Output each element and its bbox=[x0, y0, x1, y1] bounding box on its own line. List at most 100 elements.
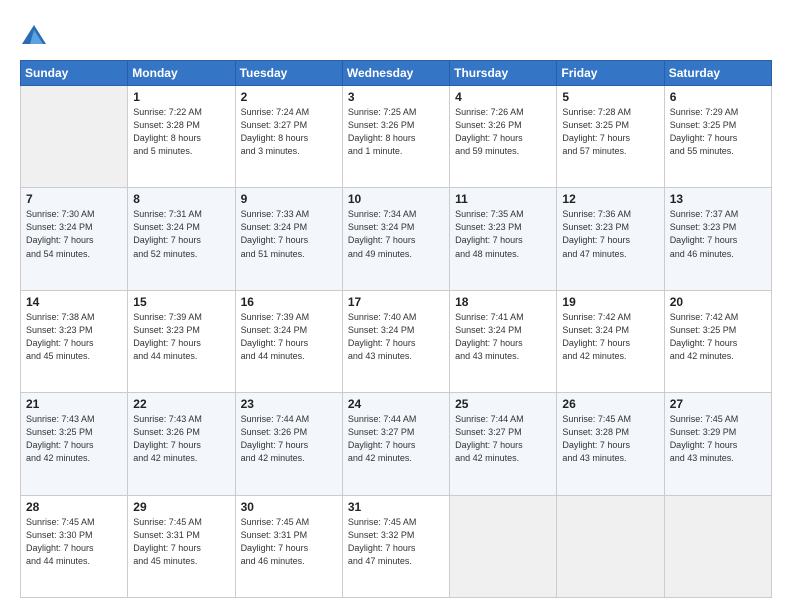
calendar-cell bbox=[557, 495, 664, 597]
day-info: Sunrise: 7:44 AM Sunset: 3:27 PM Dayligh… bbox=[455, 413, 551, 465]
day-number: 26 bbox=[562, 397, 658, 411]
calendar-cell: 9Sunrise: 7:33 AM Sunset: 3:24 PM Daylig… bbox=[235, 188, 342, 290]
day-info: Sunrise: 7:26 AM Sunset: 3:26 PM Dayligh… bbox=[455, 106, 551, 158]
day-number: 25 bbox=[455, 397, 551, 411]
calendar-day-header: Sunday bbox=[21, 61, 128, 86]
day-info: Sunrise: 7:40 AM Sunset: 3:24 PM Dayligh… bbox=[348, 311, 444, 363]
calendar-cell: 21Sunrise: 7:43 AM Sunset: 3:25 PM Dayli… bbox=[21, 393, 128, 495]
day-info: Sunrise: 7:38 AM Sunset: 3:23 PM Dayligh… bbox=[26, 311, 122, 363]
day-number: 18 bbox=[455, 295, 551, 309]
calendar-day-header: Monday bbox=[128, 61, 235, 86]
calendar-cell: 23Sunrise: 7:44 AM Sunset: 3:26 PM Dayli… bbox=[235, 393, 342, 495]
day-number: 23 bbox=[241, 397, 337, 411]
calendar-header-row: SundayMondayTuesdayWednesdayThursdayFrid… bbox=[21, 61, 772, 86]
day-info: Sunrise: 7:43 AM Sunset: 3:26 PM Dayligh… bbox=[133, 413, 229, 465]
day-number: 6 bbox=[670, 90, 766, 104]
day-number: 11 bbox=[455, 192, 551, 206]
calendar-cell: 4 Sunrise: 7:26 AM Sunset: 3:26 PM Daylig… bbox=[450, 86, 557, 188]
calendar-cell: 7 Sunrise: 7:30 AM Sunset: 3:24 PM Daylig… bbox=[21, 188, 128, 290]
calendar-cell: 2 Sunrise: 7:24 AM Sunset: 3:27 PM Daylig… bbox=[235, 86, 342, 188]
day-info: Sunrise: 7:44 AM Sunset: 3:27 PM Dayligh… bbox=[348, 413, 444, 465]
day-info: Sunrise: 7:28 AM Sunset: 3:25 PM Dayligh… bbox=[562, 106, 658, 158]
day-info: Sunrise: 7:34 AM Sunset: 3:24 PM Dayligh… bbox=[348, 208, 444, 260]
day-info: Sunrise: 7:45 AM Sunset: 3:32 PM Dayligh… bbox=[348, 516, 444, 568]
calendar-cell: 8 Sunrise: 7:31 AM Sunset: 3:24 PM Daylig… bbox=[128, 188, 235, 290]
calendar-week-row: 28Sunrise: 7:45 AM Sunset: 3:30 PM Dayli… bbox=[21, 495, 772, 597]
day-info: Sunrise: 7:43 AM Sunset: 3:25 PM Dayligh… bbox=[26, 413, 122, 465]
day-info: Sunrise: 7:29 AM Sunset: 3:25 PM Dayligh… bbox=[670, 106, 766, 158]
calendar-table: SundayMondayTuesdayWednesdayThursdayFrid… bbox=[20, 60, 772, 598]
day-number: 4 bbox=[455, 90, 551, 104]
calendar-day-header: Thursday bbox=[450, 61, 557, 86]
day-number: 14 bbox=[26, 295, 122, 309]
day-info: Sunrise: 7:45 AM Sunset: 3:29 PM Dayligh… bbox=[670, 413, 766, 465]
calendar-cell: 24 Sunrise: 7:44 AM Sunset: 3:27 PM Dayli… bbox=[342, 393, 449, 495]
calendar-week-row: 1 Sunrise: 7:22 AM Sunset: 3:28 PM Daylig… bbox=[21, 86, 772, 188]
day-info: Sunrise: 7:22 AM Sunset: 3:28 PM Dayligh… bbox=[133, 106, 229, 158]
day-info: Sunrise: 7:45 AM Sunset: 3:31 PM Dayligh… bbox=[241, 516, 337, 568]
day-info: Sunrise: 7:24 AM Sunset: 3:27 PM Dayligh… bbox=[241, 106, 337, 158]
calendar-day-header: Friday bbox=[557, 61, 664, 86]
calendar-cell: 18 Sunrise: 7:41 AM Sunset: 3:24 PM Dayli… bbox=[450, 290, 557, 392]
calendar-cell: 11Sunrise: 7:35 AM Sunset: 3:23 PM Dayli… bbox=[450, 188, 557, 290]
day-info: Sunrise: 7:42 AM Sunset: 3:25 PM Dayligh… bbox=[670, 311, 766, 363]
calendar-cell: 29Sunrise: 7:45 AM Sunset: 3:31 PM Dayli… bbox=[128, 495, 235, 597]
calendar-cell: 17 Sunrise: 7:40 AM Sunset: 3:24 PM Dayli… bbox=[342, 290, 449, 392]
calendar-week-row: 14 Sunrise: 7:38 AM Sunset: 3:23 PM Dayli… bbox=[21, 290, 772, 392]
day-number: 7 bbox=[26, 192, 122, 206]
calendar-cell: 6 Sunrise: 7:29 AM Sunset: 3:25 PM Daylig… bbox=[664, 86, 771, 188]
day-number: 17 bbox=[348, 295, 444, 309]
day-info: Sunrise: 7:31 AM Sunset: 3:24 PM Dayligh… bbox=[133, 208, 229, 260]
calendar-day-header: Saturday bbox=[664, 61, 771, 86]
day-info: Sunrise: 7:45 AM Sunset: 3:28 PM Dayligh… bbox=[562, 413, 658, 465]
calendar-cell: 16 Sunrise: 7:39 AM Sunset: 3:24 PM Dayli… bbox=[235, 290, 342, 392]
day-info: Sunrise: 7:30 AM Sunset: 3:24 PM Dayligh… bbox=[26, 208, 122, 260]
calendar-cell: 14 Sunrise: 7:38 AM Sunset: 3:23 PM Dayli… bbox=[21, 290, 128, 392]
day-info: Sunrise: 7:25 AM Sunset: 3:26 PM Dayligh… bbox=[348, 106, 444, 158]
day-info: Sunrise: 7:39 AM Sunset: 3:24 PM Dayligh… bbox=[241, 311, 337, 363]
day-number: 15 bbox=[133, 295, 229, 309]
calendar-cell bbox=[21, 86, 128, 188]
day-info: Sunrise: 7:39 AM Sunset: 3:23 PM Dayligh… bbox=[133, 311, 229, 363]
calendar-cell: 19 Sunrise: 7:42 AM Sunset: 3:24 PM Dayli… bbox=[557, 290, 664, 392]
calendar-cell: 15 Sunrise: 7:39 AM Sunset: 3:23 PM Dayli… bbox=[128, 290, 235, 392]
calendar-week-row: 21Sunrise: 7:43 AM Sunset: 3:25 PM Dayli… bbox=[21, 393, 772, 495]
day-number: 24 bbox=[348, 397, 444, 411]
day-number: 29 bbox=[133, 500, 229, 514]
calendar-cell: 30 Sunrise: 7:45 AM Sunset: 3:31 PM Dayli… bbox=[235, 495, 342, 597]
calendar-day-header: Wednesday bbox=[342, 61, 449, 86]
day-number: 5 bbox=[562, 90, 658, 104]
day-info: Sunrise: 7:41 AM Sunset: 3:24 PM Dayligh… bbox=[455, 311, 551, 363]
header bbox=[20, 18, 772, 50]
calendar-cell: 26 Sunrise: 7:45 AM Sunset: 3:28 PM Dayli… bbox=[557, 393, 664, 495]
day-number: 13 bbox=[670, 192, 766, 206]
calendar-cell: 3Sunrise: 7:25 AM Sunset: 3:26 PM Daylig… bbox=[342, 86, 449, 188]
day-number: 2 bbox=[241, 90, 337, 104]
day-info: Sunrise: 7:42 AM Sunset: 3:24 PM Dayligh… bbox=[562, 311, 658, 363]
calendar-cell: 28Sunrise: 7:45 AM Sunset: 3:30 PM Dayli… bbox=[21, 495, 128, 597]
day-number: 22 bbox=[133, 397, 229, 411]
day-number: 1 bbox=[133, 90, 229, 104]
day-number: 16 bbox=[241, 295, 337, 309]
day-number: 8 bbox=[133, 192, 229, 206]
day-info: Sunrise: 7:33 AM Sunset: 3:24 PM Dayligh… bbox=[241, 208, 337, 260]
calendar-cell bbox=[450, 495, 557, 597]
day-number: 27 bbox=[670, 397, 766, 411]
calendar-cell: 13Sunrise: 7:37 AM Sunset: 3:23 PM Dayli… bbox=[664, 188, 771, 290]
day-number: 19 bbox=[562, 295, 658, 309]
calendar-cell: 25 Sunrise: 7:44 AM Sunset: 3:27 PM Dayli… bbox=[450, 393, 557, 495]
day-info: Sunrise: 7:36 AM Sunset: 3:23 PM Dayligh… bbox=[562, 208, 658, 260]
calendar-cell: 27 Sunrise: 7:45 AM Sunset: 3:29 PM Dayli… bbox=[664, 393, 771, 495]
day-number: 12 bbox=[562, 192, 658, 206]
calendar-cell: 20 Sunrise: 7:42 AM Sunset: 3:25 PM Dayli… bbox=[664, 290, 771, 392]
day-number: 31 bbox=[348, 500, 444, 514]
day-number: 20 bbox=[670, 295, 766, 309]
calendar-cell: 31 Sunrise: 7:45 AM Sunset: 3:32 PM Dayli… bbox=[342, 495, 449, 597]
page: SundayMondayTuesdayWednesdayThursdayFrid… bbox=[0, 0, 792, 612]
day-number: 30 bbox=[241, 500, 337, 514]
calendar-cell: 5 Sunrise: 7:28 AM Sunset: 3:25 PM Daylig… bbox=[557, 86, 664, 188]
calendar-cell bbox=[664, 495, 771, 597]
day-number: 10 bbox=[348, 192, 444, 206]
calendar-week-row: 7 Sunrise: 7:30 AM Sunset: 3:24 PM Daylig… bbox=[21, 188, 772, 290]
calendar-cell: 10 Sunrise: 7:34 AM Sunset: 3:24 PM Dayli… bbox=[342, 188, 449, 290]
